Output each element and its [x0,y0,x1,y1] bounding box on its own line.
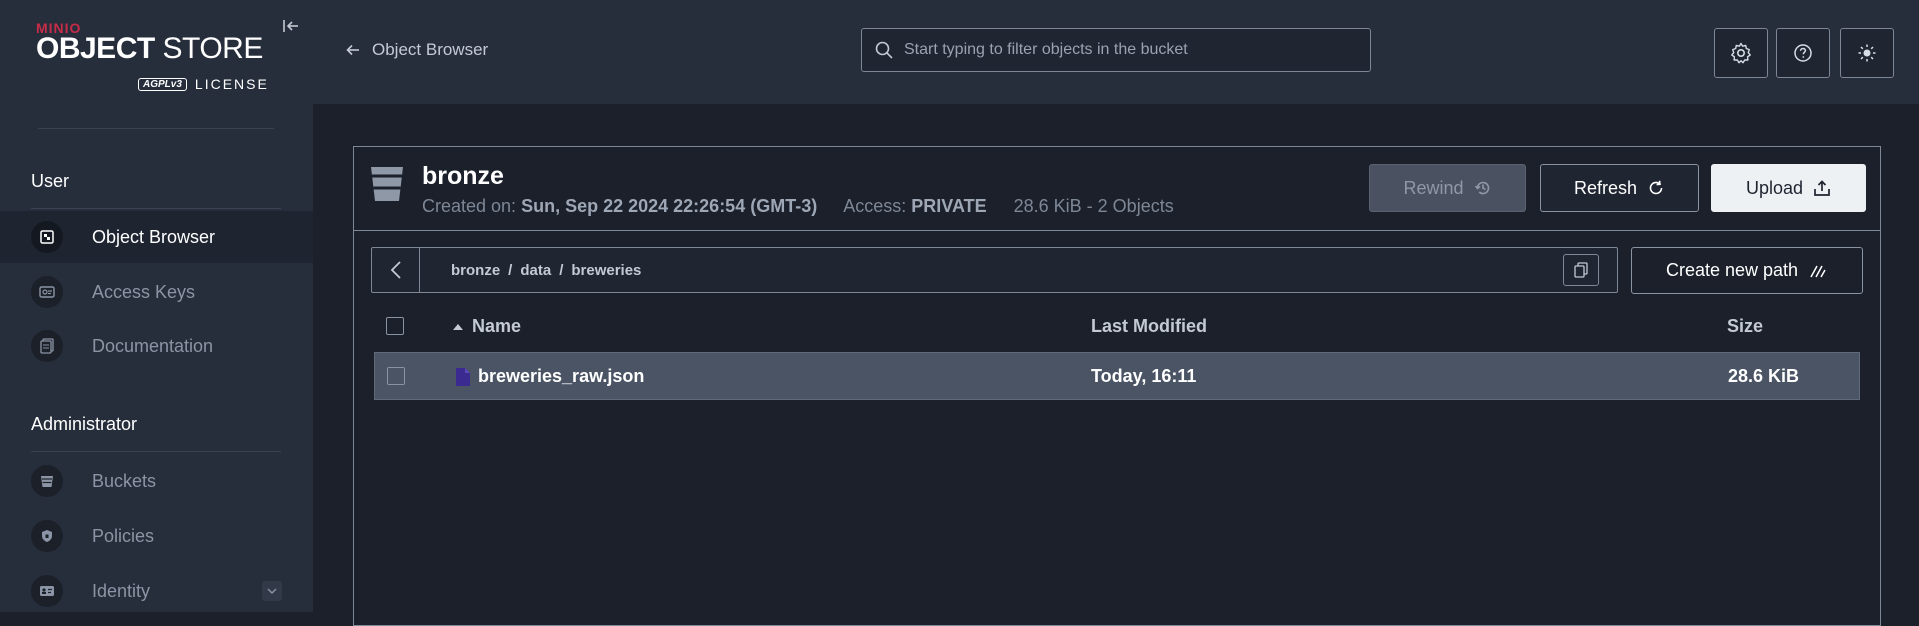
gear-icon [1731,42,1751,64]
copy-icon [1574,262,1588,278]
table-row[interactable]: breweries_raw.json Today, 16:11 28.6 KiB [374,352,1860,400]
create-new-path-button[interactable]: Create new path [1631,247,1863,294]
minio-logo: MINIO OBJECT STORE AGPLv3 LICENSE [36,20,267,92]
help-icon [1794,44,1812,62]
access-keys-icon [31,276,63,308]
object-last-modified: Today, 16:11 [1091,366,1197,386]
breadcrumb-separator: / [559,261,564,279]
section-divider [31,208,281,209]
path-back-button[interactable] [372,248,420,292]
bucket-icon [369,164,405,209]
sidebar-item-buckets[interactable]: Buckets [0,455,313,507]
created-value: Sun, Sep 22 2024 22:26:54 (GMT-3) [521,196,818,216]
column-header-last-modified[interactable]: Last Modified [1091,316,1207,337]
theme-toggle-button[interactable] [1840,28,1894,78]
upload-label: Upload [1745,177,1804,198]
section-title-user: User [31,171,70,191]
sidebar-item-policies[interactable]: Policies [0,510,313,562]
documentation-icon [31,330,63,362]
row-checkbox[interactable] [387,367,405,385]
help-button[interactable] [1776,28,1830,78]
object-browser-icon [31,221,63,253]
breadcrumb-data[interactable]: data [520,262,551,279]
expand-identity-button[interactable] [262,581,282,601]
column-header-name[interactable]: Name [452,316,521,337]
file-icon [455,367,471,392]
collapse-sidebar-button[interactable] [281,16,301,36]
rewind-label: Rewind [1403,177,1464,198]
sidebar-item-label: Object Browser [92,226,216,247]
new-path-icon [1810,265,1826,277]
back-label: Object Browser [372,40,489,59]
sidebar-item-object-browser[interactable]: Object Browser [0,211,313,263]
history-icon [1474,181,1489,195]
policy-shield-icon [31,520,63,552]
chevron-left-icon [390,261,401,279]
chevron-down-icon [267,588,277,594]
collapse-left-icon [283,20,298,32]
access-value: PRIVATE [911,196,987,216]
upload-icon [1814,180,1830,196]
breadcrumb: bronze / data / breweries [451,262,641,279]
back-to-object-browser-link[interactable]: Object Browser [346,40,488,60]
sidebar-item-label: Documentation [92,335,214,356]
sidebar-item-documentation[interactable]: Documentation [0,320,313,372]
bucket-name: bronze [422,162,504,190]
path-breadcrumb-bar: bronze / data / breweries [371,247,1618,293]
access-label: Access: [843,196,907,216]
create-new-path-label: Create new path [1665,260,1799,280]
copy-path-button[interactable] [1563,254,1599,286]
identity-card-icon [31,575,63,607]
sidebar-item-label: Access Keys [92,281,196,302]
breadcrumb-separator: / [508,261,513,279]
license-badge: AGPLv3 LICENSE [138,76,269,92]
object-name: breweries_raw.json [478,366,645,386]
license-label: LICENSE [194,76,269,92]
settings-button[interactable] [1714,28,1768,78]
theme-sun-icon [1858,44,1876,62]
object-size: 28.6 KiB [1728,366,1800,386]
arrow-left-icon [346,44,359,56]
breadcrumb-bronze[interactable]: bronze [451,262,500,279]
logo-product: OBJECT STORE [36,32,263,65]
refresh-label: Refresh [1573,177,1638,198]
refresh-button[interactable]: Refresh [1540,164,1699,212]
sidebar: MINIO OBJECT STORE AGPLv3 LICENSE User O… [0,0,313,612]
bucket-icon [31,465,63,497]
search-input[interactable] [902,40,1346,60]
select-all-checkbox[interactable] [386,317,404,335]
refresh-icon [1649,180,1663,195]
sidebar-item-label: Buckets [92,470,157,491]
section-title-administrator: Administrator [31,414,138,434]
sidebar-item-access-keys[interactable]: Access Keys [0,266,313,318]
bucket-meta: Created on: Sun, Sep 22 2024 22:26:54 (G… [422,196,1174,217]
sidebar-item-identity[interactable]: Identity [0,565,313,617]
created-label: Created on: [422,196,517,216]
breadcrumb-breweries[interactable]: breweries [571,262,641,279]
rewind-button[interactable]: Rewind [1369,164,1526,212]
bucket-header: bronze Created on: Sun, Sep 22 2024 22:2… [353,146,1881,231]
search-icon [874,40,894,60]
sidebar-item-label: Identity [92,580,151,601]
search-bar [861,28,1371,72]
column-header-size[interactable]: Size [1727,316,1763,337]
agpl-badge: AGPLv3 [138,77,187,91]
sort-ascending-icon [453,323,463,330]
size-summary: 28.6 KiB - 2 Objects [1013,196,1174,216]
sidebar-item-label: Policies [92,525,155,546]
upload-button[interactable]: Upload [1711,164,1866,212]
logo-divider [38,128,274,129]
top-bar: Object Browser [313,0,1919,104]
section-divider [31,451,281,452]
